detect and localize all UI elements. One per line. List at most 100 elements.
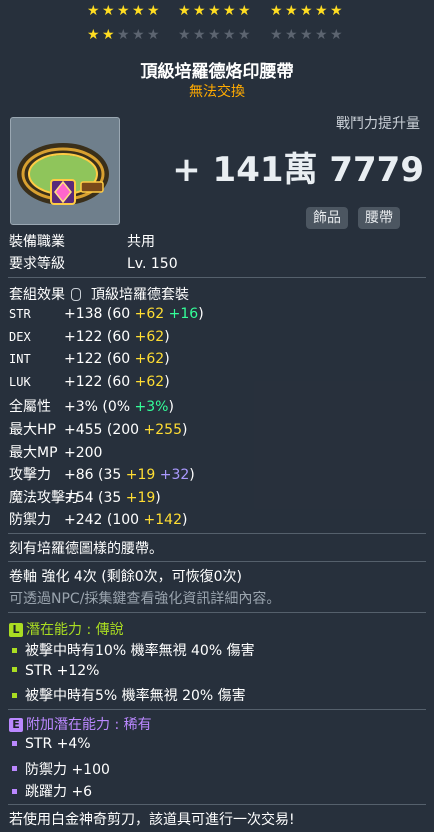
info-job-label: 裝備職業 <box>9 234 65 250</box>
stat-bonus-extra: +16 <box>168 306 199 322</box>
stat-close: ) <box>164 328 170 345</box>
stat-name: INT <box>9 352 31 367</box>
stat-row: DEX +122 (60 +62) <box>9 329 170 345</box>
stat-row: 全屬性 +3% (0% +3%) <box>9 396 174 416</box>
star-empty-icon: ★ <box>147 27 160 43</box>
potential-line-text: STR +12% <box>25 662 100 679</box>
stat-base: (60 <box>106 373 131 390</box>
info-level: 要求等級 Lv. 150 <box>9 253 178 273</box>
stat-row: 最大MP +200 <box>9 442 102 462</box>
potential-line-text: 防禦力 +100 <box>25 761 110 778</box>
stat-base: (35 <box>98 489 122 506</box>
star-empty-icon: ★ <box>285 27 298 43</box>
legendary-grade-icon: L <box>9 623 23 637</box>
tag-belt: 腰帶 <box>358 207 400 229</box>
mouse-icon <box>71 287 81 301</box>
info-job-value: 共用 <box>127 234 155 250</box>
stat-close: ) <box>164 373 170 390</box>
additional-potential-line: 跳躍力 +6 <box>9 781 92 801</box>
stat-total: +200 <box>64 444 103 461</box>
stat-name: 全屬性 <box>9 399 51 416</box>
set-effect-row: 套組效果 頂級培羅德套裝 <box>9 284 189 304</box>
bullet-icon <box>12 647 17 653</box>
stat-close: ) <box>198 306 204 322</box>
info-job: 裝備職業 共用 <box>9 231 155 251</box>
combat-power-label: 戰鬥力提升量 <box>336 116 420 132</box>
item-icon-frame <box>10 117 120 225</box>
stat-name: 最大HP <box>9 422 56 438</box>
star-empty-icon: ★ <box>270 27 283 43</box>
potential-line-text: 被擊中時有10% 機率無視 40% 傷害 <box>25 643 255 659</box>
stat-base: (100 <box>106 512 140 529</box>
potential-header: L 潛在能力 : 傳說 <box>9 619 124 639</box>
stat-bonus-flame: +19 <box>125 467 156 484</box>
belt-icon <box>17 143 109 205</box>
stat-name: 最大MP <box>9 444 58 461</box>
bullet-icon <box>12 788 17 794</box>
stat-total: +122 <box>64 351 103 368</box>
stat-total: +86 <box>64 467 94 484</box>
star-filled-icon: ★ <box>300 3 313 19</box>
stat-close: ) <box>182 422 188 438</box>
stat-bonus-flame: +62 <box>134 306 165 322</box>
stat-total: +138 <box>64 306 103 322</box>
trade-status: 無法交換 <box>189 84 245 100</box>
bullet-icon <box>12 667 17 672</box>
star-filled-icon: ★ <box>208 3 221 19</box>
potential-line-text: STR +4% <box>25 736 91 752</box>
star-filled-icon: ★ <box>285 3 298 19</box>
stat-name: DEX <box>9 329 31 344</box>
star-empty-icon: ★ <box>330 27 343 43</box>
divider <box>8 804 426 805</box>
item-description: 刻有培羅德圖樣的腰帶。 <box>9 541 163 557</box>
scroll-info: 卷軸 強化 4次 (剩餘0次，可恢復0次) <box>9 569 242 585</box>
stat-bonus-flame: +62 <box>134 351 165 368</box>
additional-potential-header: E 附加潛在能力 : 稀有 <box>9 714 152 734</box>
stat-row: 魔法攻擊力+54 (35 +19) <box>9 487 161 507</box>
divider <box>8 709 426 710</box>
star-empty-icon: ★ <box>238 27 251 43</box>
stat-row: 防禦力 +242 (100 +142) <box>9 509 187 529</box>
star-filled-icon: ★ <box>223 3 236 19</box>
epic-grade-icon: E <box>9 718 23 732</box>
additional-potential-line: STR +4% <box>9 736 91 752</box>
info-level-value: Lv. 150 <box>127 256 178 272</box>
stat-close: ) <box>164 351 170 368</box>
star-empty-icon: ★ <box>193 27 206 43</box>
stat-base: (60 <box>106 328 131 345</box>
additional-potential-label: 附加潛在能力 : 稀有 <box>26 717 152 733</box>
potential-line: 被擊中時有5% 機率無視 20% 傷害 <box>9 685 246 705</box>
potential-label: 潛在能力 : 傳說 <box>26 622 124 638</box>
potential-line-text: 跳躍力 +6 <box>25 784 93 800</box>
star-filled-icon: ★ <box>102 3 115 19</box>
npc-hint: 可透過NPC/採集鍵查看強化資訊詳細內容。 <box>9 591 281 607</box>
stat-total: +122 <box>64 373 103 390</box>
stat-name: LUK <box>9 374 31 389</box>
bullet-icon <box>12 692 17 698</box>
divider <box>8 277 426 278</box>
star-filled-icon: ★ <box>117 3 130 19</box>
stat-total: +242 <box>64 512 103 529</box>
stat-bonus-flame: +62 <box>134 373 165 390</box>
stat-bonus-flame: +142 <box>143 512 182 529</box>
star-filled-icon: ★ <box>87 27 100 43</box>
stat-total: +455 <box>64 422 103 438</box>
footer-note: 若使用白金神奇剪刀，該道具可進行一次交易! <box>9 812 295 828</box>
stat-bonus-extra: +32 <box>159 467 190 484</box>
stat-row: 最大HP +455 (200 +255) <box>9 419 187 439</box>
star-filled-icon: ★ <box>178 3 191 19</box>
stat-name: STR <box>9 307 31 321</box>
stat-base: (0% <box>102 399 131 416</box>
stat-bonus-extra: +3% <box>134 399 169 416</box>
stat-bonus-flame: +255 <box>143 422 182 438</box>
additional-potential-line: 防禦力 +100 <box>9 759 110 779</box>
star-filled-icon: ★ <box>147 3 160 19</box>
set-effect-value: 頂級培羅德套裝 <box>91 287 189 303</box>
divider <box>8 612 426 613</box>
star-filled-icon: ★ <box>330 3 343 19</box>
divider <box>8 561 426 562</box>
star-filled-icon: ★ <box>315 3 328 19</box>
star-filled-icon: ★ <box>132 3 145 19</box>
star-filled-icon: ★ <box>193 3 206 19</box>
combat-power-value: + 141萬 7779 <box>172 150 424 190</box>
